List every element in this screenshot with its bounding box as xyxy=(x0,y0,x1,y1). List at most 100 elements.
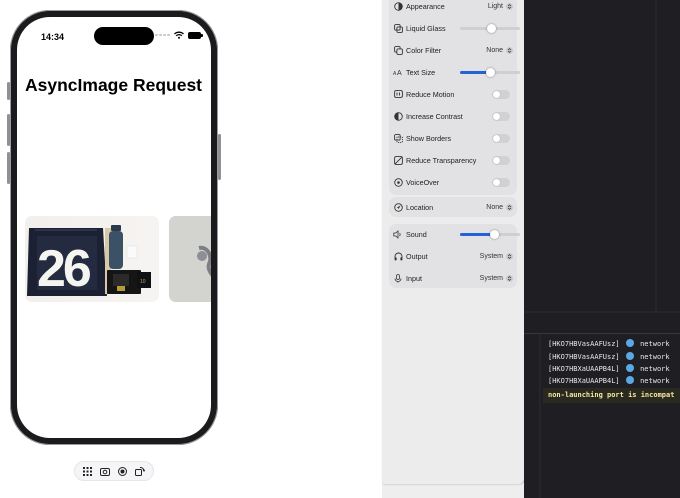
headphones-icon xyxy=(393,251,403,261)
row-reduce-motion[interactable]: Reduce Motion xyxy=(389,84,517,104)
console-warning-text: non-launching port is incompat xyxy=(548,391,675,399)
location-group: Location None xyxy=(389,197,517,217)
row-sound: Sound xyxy=(389,224,520,244)
contrast-icon xyxy=(393,111,403,121)
row-label: Liquid Glass xyxy=(406,23,446,33)
globe-icon xyxy=(625,352,634,360)
row-output[interactable]: Output System xyxy=(389,246,517,266)
console-line[interactable]: [HKO7HBXaUAAPB4L] network xyxy=(548,364,670,373)
text-size-icon: AA xyxy=(393,67,403,77)
accessibility-group: Appearance Light Liquid Glass Color Filt… xyxy=(389,0,520,195)
log-message: network xyxy=(640,377,670,385)
record-icon[interactable] xyxy=(117,465,129,477)
row-label: Input xyxy=(406,273,422,283)
rotate-icon[interactable] xyxy=(134,465,146,477)
simulator-device: 14:34 AsyncImage Request 26 10 xyxy=(7,10,221,445)
editor-area xyxy=(524,0,680,498)
action-button xyxy=(7,82,10,100)
log-message: network xyxy=(640,365,670,373)
text-size-slider[interactable] xyxy=(460,68,520,77)
reduce-motion-icon xyxy=(393,89,403,99)
row-location[interactable]: Location None xyxy=(389,197,517,217)
reduce-motion-toggle[interactable] xyxy=(492,89,510,99)
log-prefix: [HKO7HBVasAAFUsz] xyxy=(548,353,620,361)
row-label: Color Filter xyxy=(406,45,442,55)
svg-text:A: A xyxy=(397,70,402,76)
row-label: Increase Contrast xyxy=(406,111,463,121)
console-line[interactable]: [HKO7HBVasAAFUsz] network xyxy=(548,352,670,361)
microphone-icon xyxy=(393,273,403,283)
row-label: Appearance xyxy=(406,1,445,11)
photo-bag-and-items: 26 10 xyxy=(27,225,151,298)
row-label: Show Borders xyxy=(406,133,452,143)
row-input[interactable]: Input System xyxy=(389,268,517,288)
slider-knob[interactable] xyxy=(486,68,495,77)
async-image: 26 10 xyxy=(25,216,159,302)
row-reduce-transparency[interactable]: Reduce Transparency xyxy=(389,150,517,170)
async-image-partial xyxy=(169,216,211,302)
liquid-glass-slider[interactable] xyxy=(460,24,520,33)
row-liquid-glass: Liquid Glass xyxy=(389,18,520,38)
updown-chevron-icon xyxy=(506,46,513,54)
reduce-transparency-toggle[interactable] xyxy=(492,155,510,165)
slider-knob[interactable] xyxy=(490,230,499,239)
row-show-borders[interactable]: Show Borders xyxy=(389,128,517,148)
svg-text:10: 10 xyxy=(140,279,146,285)
row-label: VoiceOver xyxy=(406,177,440,187)
row-value: System xyxy=(479,252,503,260)
borders-icon xyxy=(393,133,403,143)
console-line[interactable]: [HKO7HBXaUAAPB4L] network xyxy=(548,376,670,385)
row-color-filter[interactable]: Color Filter None xyxy=(389,40,517,60)
svg-text:26: 26 xyxy=(37,240,91,298)
voiceover-toggle[interactable] xyxy=(492,177,510,187)
row-voiceover[interactable]: VoiceOver xyxy=(389,172,517,192)
sound-slider[interactable] xyxy=(460,230,520,239)
row-label: Reduce Transparency xyxy=(406,155,477,165)
row-label: Sound xyxy=(406,229,427,239)
battery-icon xyxy=(187,31,203,39)
appearance-icon xyxy=(393,1,403,11)
updown-chevron-icon xyxy=(506,2,513,10)
globe-icon xyxy=(625,364,634,372)
transparency-icon xyxy=(393,155,403,165)
row-increase-contrast[interactable]: Increase Contrast xyxy=(389,106,517,126)
environment-overrides-panel: Appearance Light Liquid Glass Color Filt… xyxy=(382,0,524,484)
wifi-icon xyxy=(173,31,184,39)
screenshot-icon[interactable] xyxy=(99,465,111,477)
increase-contrast-toggle[interactable] xyxy=(492,111,510,121)
liquid-glass-icon xyxy=(393,23,403,33)
speaker-icon xyxy=(393,229,403,239)
volume-down-button xyxy=(7,152,10,184)
row-label: Output xyxy=(406,251,428,261)
slider-knob[interactable] xyxy=(487,24,496,33)
volume-up-button xyxy=(7,114,10,146)
updown-chevron-icon xyxy=(506,252,513,260)
slider-fill xyxy=(460,233,494,236)
log-prefix: [HKO7HBXaUAAPB4L] xyxy=(548,365,620,373)
log-message: network xyxy=(640,353,670,361)
cellular-icon xyxy=(155,33,170,37)
row-label: Location xyxy=(406,202,434,212)
row-value: Light xyxy=(487,2,503,10)
color-filter-icon xyxy=(393,45,403,55)
grid-icon[interactable] xyxy=(82,465,94,477)
photo-partial xyxy=(169,216,211,302)
show-borders-toggle[interactable] xyxy=(492,133,510,143)
row-label: Reduce Motion xyxy=(406,89,455,99)
simulator-screen[interactable]: 14:34 AsyncImage Request 26 10 xyxy=(17,17,211,438)
log-prefix: [HKO7HBXaUAAPB4L] xyxy=(548,377,620,385)
row-label: Text Size xyxy=(406,67,436,77)
globe-icon xyxy=(625,376,634,384)
updown-chevron-icon xyxy=(506,274,513,282)
status-icons xyxy=(155,31,203,39)
console-line[interactable]: [HKO7HBVasAAFUsz] network xyxy=(548,339,670,348)
status-time: 14:34 xyxy=(41,32,65,42)
updown-chevron-icon xyxy=(506,203,513,211)
editor-guides xyxy=(524,0,680,498)
row-appearance[interactable]: Appearance Light xyxy=(389,0,517,16)
console-divider xyxy=(524,333,680,334)
location-icon xyxy=(393,202,403,212)
simulator-toolbar xyxy=(74,461,154,481)
row-value: System xyxy=(479,274,503,282)
page-title: AsyncImage Request xyxy=(25,75,203,95)
